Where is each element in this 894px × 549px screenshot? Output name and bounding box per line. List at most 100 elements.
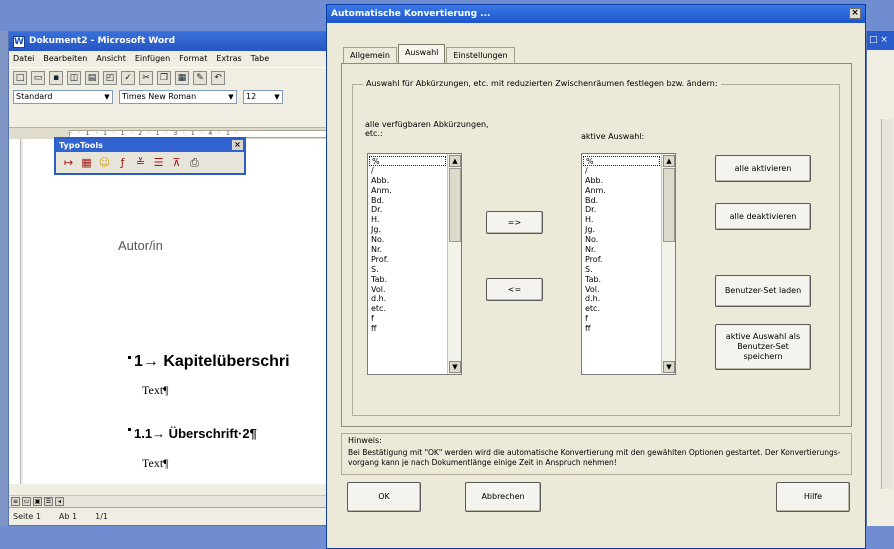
list-item[interactable]: H. <box>371 215 446 225</box>
list-item[interactable]: Prof. <box>585 255 660 265</box>
outline-view-icon[interactable]: ☰ <box>44 497 53 506</box>
list-item[interactable]: d.h. <box>585 294 660 304</box>
vertical-ruler[interactable] <box>9 139 21 484</box>
list-item[interactable]: H. <box>585 215 660 225</box>
list-item[interactable]: Anm. <box>371 186 446 196</box>
add-button[interactable]: => <box>486 211 543 234</box>
list-item[interactable]: S. <box>585 265 660 275</box>
list-item[interactable]: % <box>583 156 660 166</box>
scroll-up-icon[interactable]: ▲ <box>449 155 461 167</box>
list-item[interactable]: Bd. <box>585 196 660 206</box>
list-item[interactable]: etc. <box>371 304 446 314</box>
lines-tool-icon[interactable]: ☰ <box>152 156 165 170</box>
print-icon[interactable]: ▤ <box>85 70 99 85</box>
list-item[interactable]: Dr. <box>585 205 660 215</box>
list-item[interactable]: f <box>371 314 446 324</box>
list-item[interactable]: No. <box>585 235 660 245</box>
list-item[interactable]: ff <box>371 324 446 334</box>
web-view-icon[interactable]: ▭ <box>22 497 31 506</box>
layout-view-icon[interactable]: ▣ <box>33 497 42 506</box>
list-item[interactable]: / <box>371 166 446 176</box>
cancel-button[interactable]: Abbrechen <box>465 482 541 512</box>
scroll-down-icon[interactable]: ▼ <box>663 361 675 373</box>
save-icon[interactable]: ▪ <box>49 70 63 85</box>
list-item[interactable]: Jg. <box>371 225 446 235</box>
font-size-select[interactable]: 12 ▼ <box>243 90 283 104</box>
spellcheck-icon[interactable]: ✓ <box>121 70 135 85</box>
menu-ansicht[interactable]: Ansicht <box>96 51 126 67</box>
list-item[interactable]: Anm. <box>585 186 660 196</box>
close-icon[interactable]: × <box>232 140 243 150</box>
close-icon[interactable]: × <box>849 8 861 19</box>
available-listbox[interactable]: % / Abb. Anm. Bd. Dr. H. Jg. No. Nr. Prof. S. Tab. Vo… <box>367 153 462 375</box>
permission-icon[interactable]: ◫ <box>67 70 81 85</box>
remove-button[interactable]: <= <box>486 278 543 301</box>
scroll-thumb[interactable] <box>663 168 675 242</box>
list-item[interactable]: Nr. <box>371 245 446 255</box>
dialog-titlebar[interactable]: Automatische Konvertierung ... × <box>327 5 865 23</box>
list-item[interactable]: etc. <box>585 304 660 314</box>
list-item[interactable]: d.h. <box>371 294 446 304</box>
typotools-titlebar[interactable]: TypoTools × <box>56 139 244 152</box>
activate-all-button[interactable]: alle aktivieren <box>715 155 811 182</box>
table-tool-icon[interactable]: ▦ <box>80 156 93 170</box>
list-item[interactable]: Tab. <box>371 275 446 285</box>
scroll-down-icon[interactable]: ▼ <box>449 361 461 373</box>
tab-allgemein[interactable]: Allgemein <box>343 47 397 63</box>
load-user-set-button[interactable]: Benutzer-Set laden <box>715 275 811 307</box>
menu-datei[interactable]: Datei <box>13 51 34 67</box>
new-document-icon[interactable]: □ <box>13 70 27 85</box>
print-preview-icon[interactable]: ◰ <box>103 70 117 85</box>
ok-button[interactable]: OK <box>347 482 421 512</box>
list-item[interactable]: / <box>585 166 660 176</box>
list-item[interactable]: f <box>585 314 660 324</box>
style-select[interactable]: Standard ▼ <box>13 90 113 104</box>
menu-tabelle[interactable]: Tabe <box>251 51 269 67</box>
help-button[interactable]: Hilfe <box>776 482 850 512</box>
list-item[interactable]: Prof. <box>371 255 446 265</box>
active-listbox[interactable]: % / Abb. Anm. Bd. Dr. H. Jg. No. Nr. Prof. S. Tab. Vo… <box>581 153 676 375</box>
font-select[interactable]: Times New Roman ▼ <box>119 90 237 104</box>
scroll-left-icon[interactable]: ◂ <box>55 497 64 506</box>
list-item[interactable]: Jg. <box>585 225 660 235</box>
list-item[interactable]: Tab. <box>585 275 660 285</box>
copy-icon[interactable]: ❐ <box>157 70 171 85</box>
available-list-scrollbar[interactable]: ▲ ▼ <box>447 154 461 374</box>
background-window-scrollbar[interactable] <box>881 119 893 489</box>
list-item[interactable]: Vol. <box>371 285 446 295</box>
menu-einfuegen[interactable]: Einfügen <box>135 51 170 67</box>
tab-einstellungen[interactable]: Einstellungen <box>446 47 515 63</box>
list-item[interactable]: Dr. <box>371 205 446 215</box>
distribute-tool-icon[interactable]: ⊼ <box>170 156 183 170</box>
tab-auswahl[interactable]: Auswahl <box>397 44 446 63</box>
font-tool-icon[interactable]: ƒ <box>116 156 129 170</box>
normal-view-icon[interactable]: ≡ <box>11 497 20 506</box>
list-item[interactable]: S. <box>371 265 446 275</box>
format-painter-icon[interactable]: ✎ <box>193 70 207 85</box>
menu-bearbeiten[interactable]: Bearbeiten <box>43 51 87 67</box>
deactivate-all-button[interactable]: alle deaktivieren <box>715 203 811 230</box>
scroll-up-icon[interactable]: ▲ <box>663 155 675 167</box>
list-item[interactable]: Vol. <box>585 285 660 295</box>
list-item[interactable]: Abb. <box>585 176 660 186</box>
list-item[interactable]: Nr. <box>585 245 660 255</box>
list-item[interactable]: % <box>369 156 446 166</box>
paste-icon[interactable]: ▦ <box>175 70 189 85</box>
list-item[interactable]: ff <box>585 324 660 334</box>
menu-extras[interactable]: Extras <box>216 51 241 67</box>
active-list-scrollbar[interactable]: ▲ ▼ <box>661 154 675 374</box>
font-size-value: 12 <box>246 92 257 101</box>
print-tool-icon[interactable]: ⎙ <box>188 156 201 170</box>
undo-icon[interactable]: ↶ <box>211 70 225 85</box>
open-folder-icon[interactable]: ▭ <box>31 70 45 85</box>
spacing-tool-icon[interactable]: ≚ <box>134 156 147 170</box>
cut-icon[interactable]: ✂ <box>139 70 153 85</box>
smiley-icon[interactable]: ☺ <box>98 156 111 170</box>
list-item[interactable]: Bd. <box>371 196 446 206</box>
menu-format[interactable]: Format <box>179 51 207 67</box>
list-item[interactable]: No. <box>371 235 446 245</box>
list-item[interactable]: Abb. <box>371 176 446 186</box>
save-user-set-button[interactable]: aktive Auswahl als Benutzer-Set speicher… <box>715 324 811 370</box>
scroll-thumb[interactable] <box>449 168 461 242</box>
arrow-tool-icon[interactable]: ↦ <box>62 156 75 170</box>
